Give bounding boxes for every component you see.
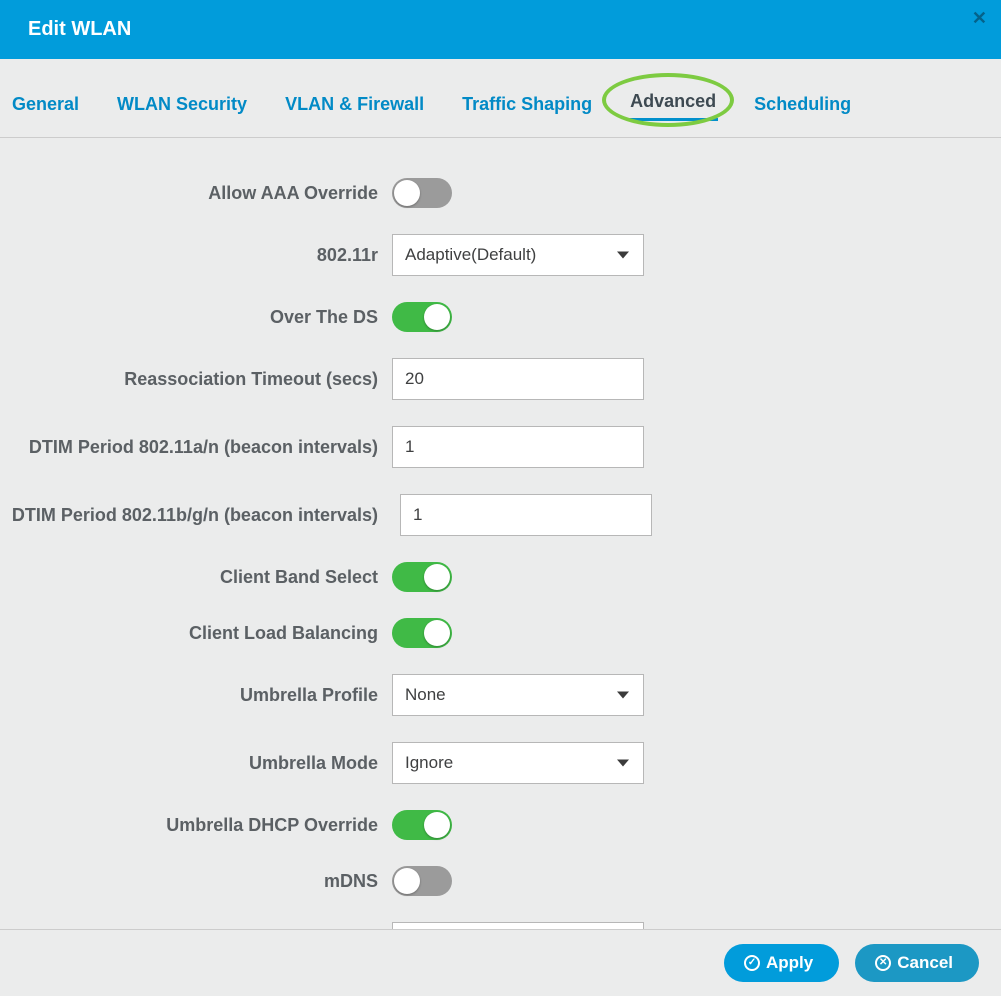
chevron-down-icon	[617, 252, 629, 259]
label-80211r: 802.11r	[0, 245, 392, 266]
input-dtim-an[interactable]	[392, 426, 644, 468]
label-mdns: mDNS	[0, 871, 392, 892]
toggle-client-load-balancing[interactable]	[392, 618, 452, 648]
toggle-allow-aaa-override[interactable]	[392, 178, 452, 208]
label-reassoc-timeout: Reassociation Timeout (secs)	[0, 369, 392, 390]
tab-wlan-security[interactable]: WLAN Security	[115, 88, 249, 121]
apply-button-label: Apply	[766, 953, 813, 973]
dialog-footer: ✓ Apply ✕ Cancel	[0, 929, 1001, 996]
apply-button[interactable]: ✓ Apply	[724, 944, 839, 982]
chevron-down-icon	[617, 760, 629, 767]
tab-vlan-firewall[interactable]: VLAN & Firewall	[283, 88, 426, 121]
select-80211r[interactable]: Adaptive(Default)	[392, 234, 644, 276]
select-umbrella-mode-value: Ignore	[405, 753, 453, 773]
dialog-title: Edit WLAN	[28, 18, 131, 40]
toggle-over-the-ds[interactable]	[392, 302, 452, 332]
label-dtim-an: DTIM Period 802.11a/n (beacon intervals)	[0, 437, 392, 458]
label-umbrella-mode: Umbrella Mode	[0, 753, 392, 774]
cancel-button-label: Cancel	[897, 953, 953, 973]
tab-traffic-shaping[interactable]: Traffic Shaping	[460, 88, 594, 121]
input-reassoc-timeout[interactable]	[392, 358, 644, 400]
label-client-band-select: Client Band Select	[0, 567, 392, 588]
dialog-header: Edit WLAN ✕	[0, 0, 1001, 59]
label-client-load-balancing: Client Load Balancing	[0, 623, 392, 644]
tab-bar: General WLAN Security VLAN & Firewall Tr…	[0, 59, 1001, 138]
chevron-down-icon	[617, 692, 629, 699]
toggle-umbrella-dhcp-override[interactable]	[392, 810, 452, 840]
label-umbrella-profile: Umbrella Profile	[0, 685, 392, 706]
toggle-client-band-select[interactable]	[392, 562, 452, 592]
select-umbrella-mode[interactable]: Ignore	[392, 742, 644, 784]
tab-general[interactable]: General	[10, 88, 81, 121]
label-allow-aaa-override: Allow AAA Override	[0, 183, 392, 204]
close-icon[interactable]: ✕	[972, 8, 987, 29]
select-umbrella-profile[interactable]: None	[392, 674, 644, 716]
form-area: Allow AAA Override 802.11r Adaptive(Defa…	[0, 138, 1001, 964]
input-dtim-bgn[interactable]	[400, 494, 652, 536]
label-dtim-bgn: DTIM Period 802.11b/g/n (beacon interval…	[0, 505, 392, 526]
tab-advanced[interactable]: Advanced	[628, 85, 718, 121]
select-umbrella-profile-value: None	[405, 685, 446, 705]
tab-scheduling[interactable]: Scheduling	[752, 88, 853, 121]
cancel-button[interactable]: ✕ Cancel	[855, 944, 979, 982]
check-circle-icon: ✓	[744, 955, 760, 971]
toggle-mdns[interactable]	[392, 866, 452, 896]
label-over-the-ds: Over The DS	[0, 307, 392, 328]
label-umbrella-dhcp-override: Umbrella DHCP Override	[0, 815, 392, 836]
x-circle-icon: ✕	[875, 955, 891, 971]
select-80211r-value: Adaptive(Default)	[405, 245, 536, 265]
